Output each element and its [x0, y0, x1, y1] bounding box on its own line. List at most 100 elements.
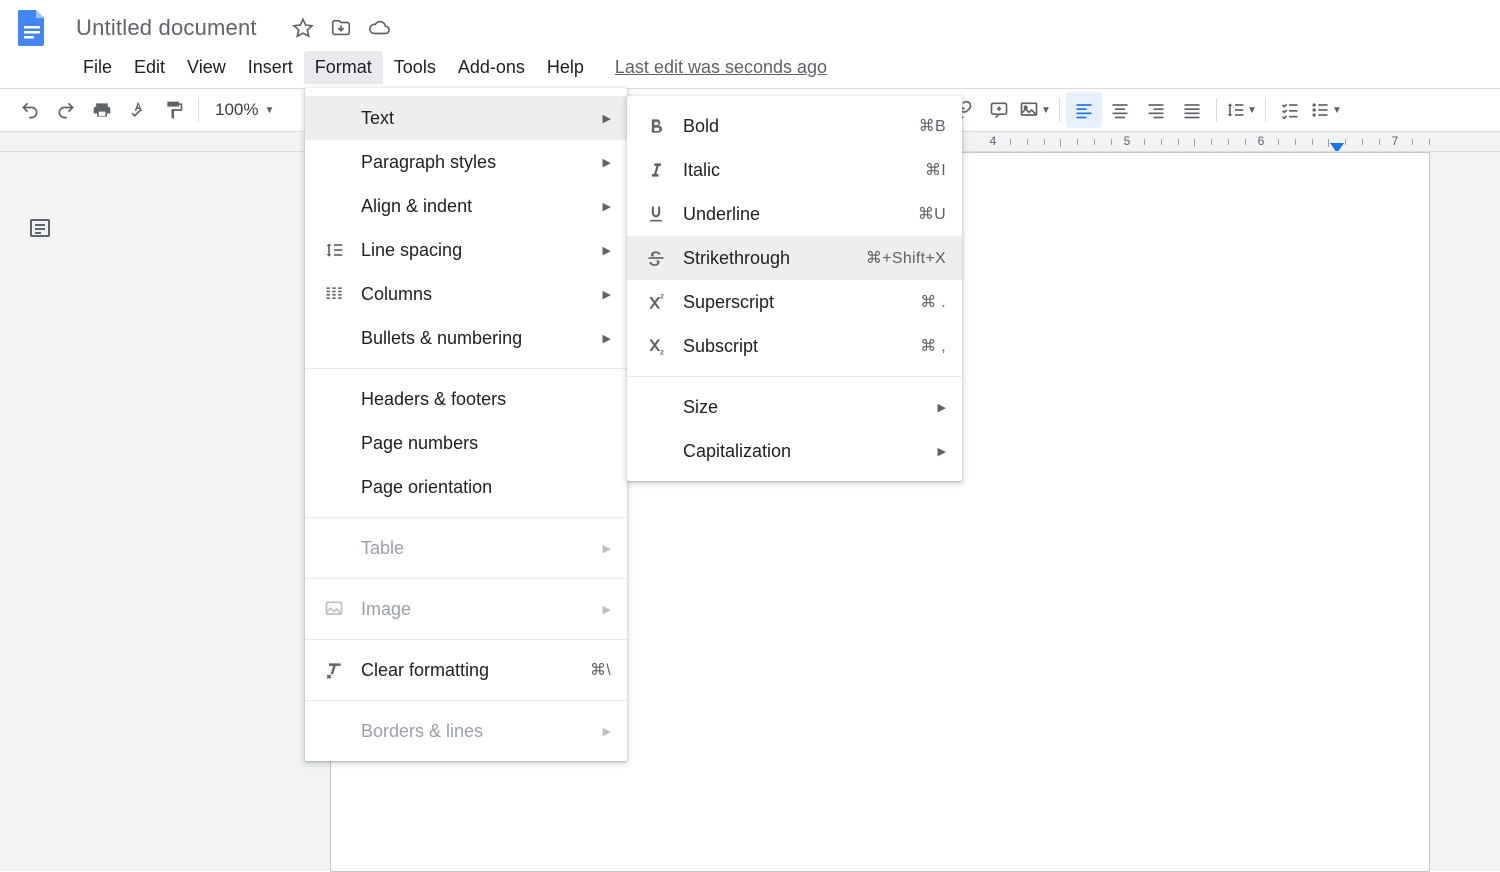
label: Text — [361, 108, 591, 129]
text-submenu: Bold ⌘B Italic ⌘I Underline ⌘U Strikethr… — [627, 96, 962, 481]
menu-view[interactable]: View — [176, 51, 237, 84]
blank-icon — [321, 535, 347, 561]
image-icon — [321, 596, 347, 622]
chevron-right-icon: ▶ — [603, 288, 611, 301]
menubar: File Edit View Insert Format Tools Add-o… — [0, 48, 1500, 88]
chevron-right-icon: ▶ — [603, 156, 611, 169]
align-left-button[interactable] — [1066, 92, 1102, 128]
ruler-number: 7 — [1392, 134, 1399, 148]
menu-format[interactable]: Format — [304, 51, 383, 84]
text-superscript-item[interactable]: 2 Superscript ⌘ . — [627, 280, 962, 324]
format-text-item[interactable]: Text ▶ — [305, 96, 627, 140]
subscript-icon: 2 — [643, 333, 669, 359]
star-icon[interactable] — [291, 16, 315, 40]
format-borders-lines-item: Borders & lines ▶ — [305, 709, 627, 753]
spellcheck-button[interactable] — [120, 92, 156, 128]
label: Bullets & numbering — [361, 328, 591, 349]
blank-icon — [321, 386, 347, 412]
blank-icon — [321, 430, 347, 456]
text-strikethrough-item[interactable]: Strikethrough ⌘+Shift+X — [627, 236, 962, 280]
label: Columns — [361, 284, 591, 305]
align-center-button[interactable] — [1102, 92, 1138, 128]
format-bullets-item[interactable]: Bullets & numbering ▶ — [305, 316, 627, 360]
label: Paragraph styles — [361, 152, 591, 173]
format-line-spacing-item[interactable]: Line spacing ▶ — [305, 228, 627, 272]
zoom-select[interactable]: 100% ▼ — [205, 100, 285, 120]
ruler-number: 4 — [990, 134, 997, 148]
shortcut: ⌘U — [918, 204, 946, 224]
columns-icon — [321, 281, 347, 307]
bold-icon — [643, 113, 669, 139]
format-page-numbers-item[interactable]: Page numbers — [305, 421, 627, 465]
document-title[interactable]: Untitled document — [70, 13, 263, 43]
format-image-item: Image ▶ — [305, 587, 627, 631]
menu-addons[interactable]: Add-ons — [447, 51, 536, 84]
label: Capitalization — [683, 441, 926, 462]
label: Bold — [683, 116, 899, 137]
blank-icon — [321, 474, 347, 500]
label: Underline — [683, 204, 898, 225]
text-italic-item[interactable]: Italic ⌘I — [627, 148, 962, 192]
text-capitalization-item[interactable]: Capitalization ▶ — [627, 429, 962, 473]
shortcut: ⌘B — [919, 116, 946, 136]
zoom-value: 100% — [215, 100, 258, 120]
chevron-right-icon: ▶ — [603, 332, 611, 345]
menu-edit[interactable]: Edit — [123, 51, 176, 84]
divider — [627, 376, 962, 377]
format-clear-formatting-item[interactable]: Clear formatting ⌘\ — [305, 648, 627, 692]
print-button[interactable] — [84, 92, 120, 128]
docs-logo[interactable] — [12, 8, 52, 48]
chevron-right-icon: ▶ — [603, 112, 611, 125]
label: Size — [683, 397, 926, 418]
redo-button[interactable] — [48, 92, 84, 128]
shortcut: ⌘\ — [590, 660, 611, 680]
separator — [1265, 98, 1266, 122]
text-underline-item[interactable]: Underline ⌘U — [627, 192, 962, 236]
format-headers-footers-item[interactable]: Headers & footers — [305, 377, 627, 421]
chevron-down-icon: ▼ — [1247, 105, 1257, 116]
label: Italic — [683, 160, 905, 181]
label: Image — [361, 599, 591, 620]
svg-text:2: 2 — [660, 349, 664, 356]
blank-icon — [321, 325, 347, 351]
undo-button[interactable] — [12, 92, 48, 128]
italic-icon — [643, 157, 669, 183]
last-edit-link[interactable]: Last edit was seconds ago — [615, 57, 827, 78]
label: Headers & footers — [361, 389, 611, 410]
label: Clear formatting — [361, 660, 570, 681]
bulleted-list-button[interactable]: ▼ — [1308, 92, 1344, 128]
divider — [305, 368, 627, 369]
header: Untitled document — [0, 0, 1500, 48]
separator — [198, 98, 199, 122]
menu-tools[interactable]: Tools — [383, 51, 447, 84]
text-bold-item[interactable]: Bold ⌘B — [627, 104, 962, 148]
text-subscript-item[interactable]: 2 Subscript ⌘ , — [627, 324, 962, 368]
menu-file[interactable]: File — [72, 51, 123, 84]
format-page-orientation-item[interactable]: Page orientation — [305, 465, 627, 509]
blank-icon — [321, 105, 347, 131]
cloud-status-icon[interactable] — [367, 16, 391, 40]
title-row: Untitled document — [70, 13, 391, 43]
checklist-button[interactable] — [1272, 92, 1308, 128]
chevron-right-icon: ▶ — [603, 725, 611, 738]
paint-format-button[interactable] — [156, 92, 192, 128]
divider — [305, 639, 627, 640]
menu-insert[interactable]: Insert — [237, 51, 304, 84]
align-justify-button[interactable] — [1174, 92, 1210, 128]
menu-help[interactable]: Help — [536, 51, 595, 84]
ruler-right-indent-marker[interactable] — [1330, 142, 1344, 152]
insert-image-button[interactable]: ▼ — [1017, 92, 1053, 128]
align-right-button[interactable] — [1138, 92, 1174, 128]
format-paragraph-styles-item[interactable]: Paragraph styles ▶ — [305, 140, 627, 184]
label: Page orientation — [361, 477, 611, 498]
format-align-indent-item[interactable]: Align & indent ▶ — [305, 184, 627, 228]
divider — [305, 517, 627, 518]
move-icon[interactable] — [329, 16, 353, 40]
blank-icon — [643, 394, 669, 420]
show-outline-button[interactable] — [24, 212, 56, 244]
line-spacing-button[interactable]: ▼ — [1223, 92, 1259, 128]
add-comment-button[interactable] — [981, 92, 1017, 128]
format-columns-item[interactable]: Columns ▶ — [305, 272, 627, 316]
label: Page numbers — [361, 433, 611, 454]
text-size-item[interactable]: Size ▶ — [627, 385, 962, 429]
